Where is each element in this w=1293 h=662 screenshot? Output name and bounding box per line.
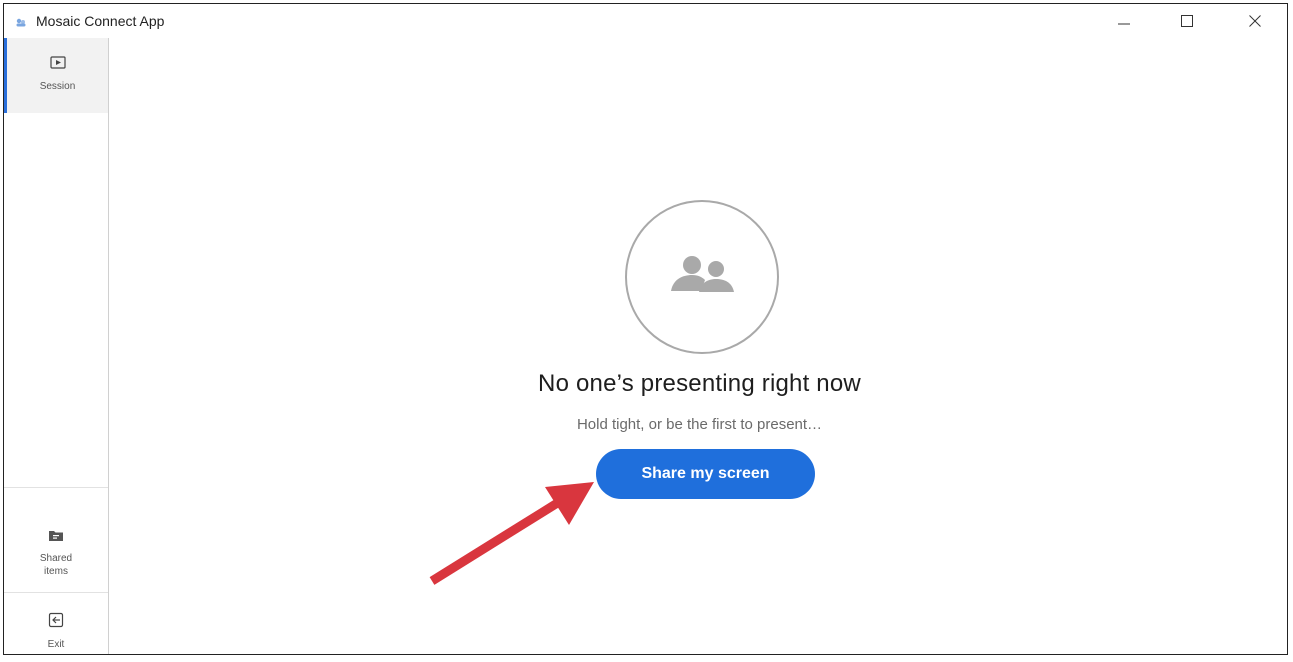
empty-state-headline: No one’s presenting right now [538, 370, 861, 397]
close-icon [1249, 15, 1261, 27]
play-screen-icon [49, 56, 66, 75]
window-title: Mosaic Connect App [36, 13, 165, 29]
exit-icon [48, 612, 64, 633]
session-main-panel: No one’s presenting right now Hold tight… [109, 38, 1287, 654]
sidebar: Session Shared items Exit [4, 38, 109, 654]
title-bar: Mosaic Connect App [4, 4, 1287, 38]
app-logo-icon [15, 15, 27, 27]
sidebar-item-label: Shared items [39, 553, 73, 577]
empty-state-avatar [625, 200, 779, 354]
empty-state-subtext: Hold tight, or be the first to present… [576, 416, 823, 433]
app-window: Mosaic Connect App Session Shared items … [3, 3, 1288, 655]
minimize-icon [1118, 23, 1130, 25]
maximize-button[interactable] [1164, 4, 1210, 38]
sidebar-divider [4, 592, 108, 593]
close-button[interactable] [1232, 4, 1278, 38]
people-icon [665, 251, 739, 304]
maximize-icon [1181, 15, 1193, 27]
sidebar-divider [4, 487, 108, 488]
sidebar-item-label: Exit [47, 639, 65, 650]
sidebar-item-session[interactable]: Session [4, 38, 108, 113]
sidebar-item-exit[interactable]: Exit [4, 612, 108, 662]
minimize-button[interactable] [1101, 4, 1147, 38]
sidebar-item-shared-items[interactable]: Shared items [4, 528, 108, 588]
sidebar-item-label: Session [39, 81, 76, 92]
folder-icon [48, 528, 64, 547]
share-my-screen-button[interactable]: Share my screen [596, 449, 815, 499]
